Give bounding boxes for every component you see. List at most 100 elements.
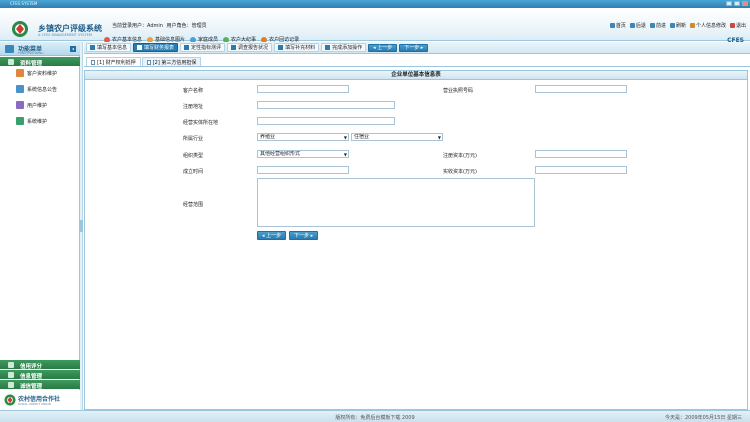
industry-select-2[interactable]: 住宿业 ▼ [351, 133, 443, 141]
sidebar-section-info-management[interactable]: 信息管理 [0, 370, 80, 380]
step-bullet-icon [137, 45, 143, 50]
splitter-handle[interactable] [80, 220, 83, 232]
collapse-icon[interactable]: ◂ [70, 46, 76, 52]
sidebar-section-data-management[interactable]: 资料管理 [0, 57, 80, 67]
profile-edit-link[interactable]: 个人信息修改 [689, 22, 726, 29]
copyright-text: 版权所有：免费后台模板下载 2009 [335, 415, 415, 421]
maximize-icon[interactable] [734, 1, 740, 6]
window-title: CFES SYSTEM [10, 1, 38, 6]
user-name: Admin [147, 23, 163, 29]
user-edit-icon [689, 23, 695, 28]
logout-link[interactable]: 退出 [729, 22, 746, 29]
step-complete[interactable]: 完成添加操作 [321, 43, 367, 52]
current-user-info: 当前登录用户：Admin 用户角色：管理员 [112, 22, 207, 29]
steps-next-button[interactable]: 下一步 ▸ [399, 43, 429, 52]
sidebar-footer: 农村信用合作社 RURAL CREDIT UNION [0, 390, 80, 410]
step-tabs: 填写基本信息 填写财务报表 定性指标测评 调查报告状况 填写补充材料 完成添加操… [84, 42, 750, 54]
step-supplementary[interactable]: 填写补充材料 [274, 43, 320, 52]
refresh-link[interactable]: 刷新 [669, 22, 686, 29]
biz-address-input[interactable] [257, 117, 395, 125]
sidebar-section-integrity[interactable]: 诚信管理 [0, 380, 80, 390]
biz-address-label: 经营实体所在地 [183, 120, 219, 126]
business-scope-label: 经营范围 [183, 202, 204, 208]
forward-icon [649, 23, 655, 28]
sidebar-section-credit-score[interactable]: 信用评分 [0, 360, 80, 370]
paid-capital-input[interactable] [535, 166, 627, 174]
menu-icon [5, 45, 14, 53]
sidebar: 功能菜单 FUNCTION MENU ◂ 资料管理 客户资料维护 系统信息公告 … [0, 42, 80, 410]
home-link[interactable]: 首页 [609, 22, 626, 29]
paid-capital-label: 实收资本(万元) [443, 169, 477, 175]
step-financial-report[interactable]: 填写财务报表 [133, 43, 179, 52]
chevron-down-icon: ▼ [343, 152, 347, 157]
back-icon [629, 23, 635, 28]
sidebar-item-system-notice[interactable]: 系统信息公告 [16, 85, 57, 93]
sidebar-item-system-maintenance[interactable]: 系统维护 [16, 117, 47, 125]
found-time-input[interactable] [257, 166, 349, 174]
tab-third-party-guarantee[interactable]: [2] 第三方信用担保 [141, 57, 202, 66]
window-titlebar: CFES SYSTEM [0, 0, 750, 8]
customer-name-input[interactable] [257, 85, 349, 93]
page-icon [91, 59, 95, 65]
license-input[interactable] [535, 85, 627, 93]
page-icon [146, 59, 151, 65]
license-label: 营业执照号码 [443, 88, 474, 94]
reg-address-label: 注册地址 [183, 104, 204, 110]
sub-tabs: [1] 财产权利抵押 [2] 第三方信用担保 [84, 57, 750, 67]
right-nav: 首页 后退 前进 刷新 个人信息修改 退出 [609, 22, 746, 29]
credit-union-logo-icon [4, 394, 16, 406]
org-type-label: 组织类型 [183, 153, 204, 159]
reg-capital-input[interactable] [535, 150, 627, 158]
industry-label: 所属行业 [183, 136, 204, 142]
step-bullet-icon [231, 45, 237, 50]
forward-link[interactable]: 前进 [649, 22, 666, 29]
folder-icon [8, 58, 14, 65]
score-icon [8, 361, 14, 368]
form-prev-button[interactable]: ◂ 上一步 [257, 231, 287, 240]
step-bullet-icon [278, 45, 284, 50]
customer-name-label: 客户名称 [183, 88, 204, 94]
business-scope-textarea[interactable] [257, 178, 535, 227]
minimize-icon[interactable] [726, 1, 732, 6]
close-icon[interactable] [742, 1, 748, 6]
step-qualitative-eval[interactable]: 定性指标测评 [180, 43, 226, 52]
sidebar-header: 功能菜单 FUNCTION MENU ◂ [0, 42, 80, 56]
org-type-select[interactable]: 其他经营组织形式 ▼ [257, 150, 349, 158]
steps-prev-button[interactable]: ◂ 上一步 [368, 43, 398, 52]
sidebar-subtitle: FUNCTION MENU [18, 51, 44, 55]
reg-address-input[interactable] [257, 101, 395, 109]
logout-icon [729, 23, 735, 28]
back-link[interactable]: 后退 [629, 22, 646, 29]
date-text: 今天是：2009年05月15日 星期三 [664, 415, 742, 421]
refresh-icon [669, 23, 675, 28]
step-bullet-icon [184, 45, 190, 50]
home-icon [609, 23, 615, 28]
sidebar-item-user-maintenance[interactable]: 用户维护 [16, 101, 47, 109]
step-bullet-icon [90, 45, 95, 50]
notice-icon [16, 85, 24, 93]
step-bullet-icon [325, 45, 331, 50]
industry-select-1[interactable]: 养殖业 ▼ [257, 133, 349, 141]
step-survey-report[interactable]: 调查报告状况 [227, 43, 273, 52]
chevron-down-icon: ▼ [343, 135, 347, 140]
info-icon [8, 371, 14, 378]
footer-subtitle: RURAL CREDIT UNION [18, 402, 51, 406]
form-next-button[interactable]: 下一步 ▸ [289, 231, 319, 240]
settings-icon [16, 117, 24, 125]
found-time-label: 成立时间 [183, 169, 204, 175]
user-icon [16, 101, 24, 109]
step-basic-info[interactable]: 填写基本信息 [86, 43, 132, 52]
sidebar-item-customer-data[interactable]: 客户资料维护 [16, 69, 57, 77]
form-heading: 企业单位基本信息表 [85, 71, 747, 80]
app-header: 乡镇农户评级系统 A CFES MANAGEMENT SYSTEM 当前登录用户… [0, 8, 750, 44]
tab-property-mortgage[interactable]: [1] 财产权利抵押 [86, 57, 141, 66]
app-subtitle: A CFES MANAGEMENT SYSTEM [38, 33, 92, 37]
status-bar: 版权所有：免费后台模板下载 2009 今天是：2009年05月15日 星期三 [0, 410, 750, 422]
sidebar-splitter[interactable] [80, 42, 83, 410]
enterprise-info-form: 企业单位基本信息表 客户名称 营业执照号码 注册地址 经营实体所在地 所属行业 … [84, 70, 748, 410]
user-prefix: 当前登录用户： [112, 23, 148, 29]
reg-capital-label: 注册资本(万元) [443, 153, 477, 159]
integrity-icon [8, 381, 14, 388]
app-logo-icon [12, 21, 28, 37]
role-prefix: 用户角色： [166, 23, 192, 29]
